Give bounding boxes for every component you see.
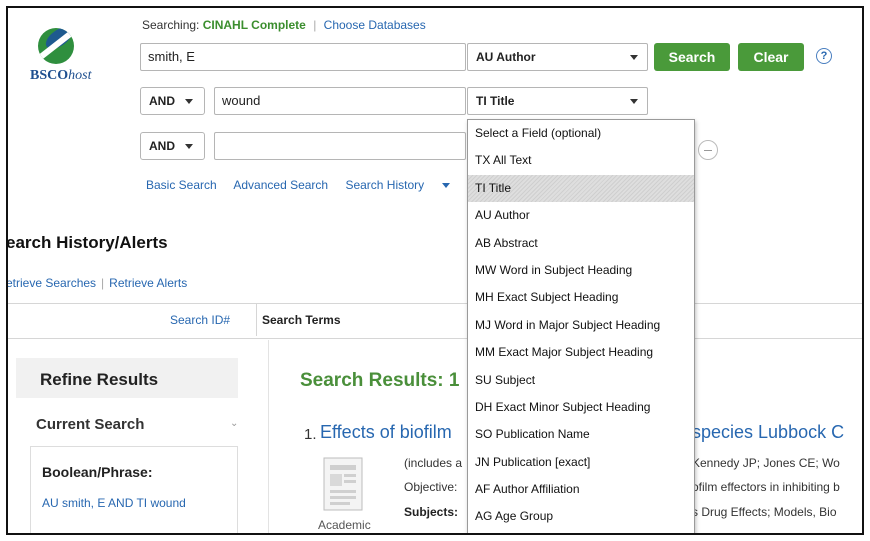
field-option[interactable]: MH Exact Subject Heading — [468, 284, 694, 311]
divider — [8, 303, 862, 304]
result-title-link-continued[interactable]: species Lubbock C — [692, 422, 844, 443]
logo-host: host — [68, 68, 92, 83]
boolean-phrase-label: Boolean/Phrase: — [42, 464, 153, 480]
field-option[interactable]: DH Exact Minor Subject Heading — [468, 394, 694, 421]
divider — [268, 340, 269, 533]
clear-button[interactable]: Clear — [738, 43, 804, 71]
remove-row-icon[interactable] — [698, 140, 718, 160]
search-term-2-value: wound — [222, 93, 261, 108]
logo-brand: BSCO — [30, 68, 69, 83]
field-option[interactable]: Select a Field (optional) — [468, 120, 694, 147]
field-option[interactable]: JN Publication [exact] — [468, 449, 694, 476]
result-meta-3: Subjects: — [404, 505, 458, 519]
field-option[interactable]: MM Exact Major Subject Heading — [468, 339, 694, 366]
basic-search-link[interactable]: Basic Search — [146, 178, 217, 192]
field-option[interactable]: AF Author Affiliation — [468, 476, 694, 503]
field-select-2[interactable]: TI Title — [467, 87, 648, 115]
advanced-search-link[interactable]: Advanced Search — [233, 178, 328, 192]
chevron-down-icon — [185, 144, 193, 149]
boolean-phrase-value[interactable]: AU smith, E AND TI wound — [42, 496, 186, 510]
field-option[interactable]: AB Abstract — [468, 230, 694, 257]
search-history-label: Search History — [345, 178, 425, 192]
operator-2-value: AND — [149, 94, 175, 108]
retrieve-searches-link[interactable]: etrieve Searches — [8, 276, 96, 290]
search-history-link[interactable]: Search History — [345, 178, 464, 192]
result-number: 1. — [304, 426, 317, 443]
ebsco-logo-text[interactable]: BSCOhost — [30, 68, 91, 84]
separator: | — [313, 18, 317, 32]
field-option[interactable]: SO Publication Name — [468, 421, 694, 448]
refine-results-title: Refine Results — [40, 370, 159, 389]
boolean-phrase-box — [30, 446, 238, 533]
search-mode-links: Basic Search Advanced Search Search Hist… — [146, 178, 478, 192]
search-results-title: Search Results: 1 — [300, 370, 460, 391]
chevron-down-icon[interactable]: ⌄ — [230, 418, 238, 429]
operator-select-2[interactable]: AND — [140, 87, 205, 115]
result-meta-1: (includes a — [404, 456, 463, 470]
field-select-2-value: TI Title — [476, 94, 515, 108]
separator: | — [101, 276, 105, 290]
search-term-input-1[interactable]: smith, E — [140, 43, 466, 71]
database-name: CINAHL Complete — [202, 18, 306, 32]
search-id-column-header[interactable]: Search ID# — [170, 313, 230, 327]
searching-line: Searching: CINAHL Complete | Choose Data… — [142, 18, 426, 32]
chevron-down-icon — [630, 99, 638, 104]
academic-journal-icon[interactable] — [320, 456, 366, 514]
document-type-label: Academic — [318, 518, 371, 532]
search-term-1-value: smith, E — [148, 49, 195, 64]
field-dropdown-list[interactable]: Select a Field (optional) TX All Text TI… — [467, 119, 695, 533]
field-option[interactable]: TX All Text — [468, 147, 694, 174]
operator-select-3[interactable]: AND — [140, 132, 205, 160]
divider — [8, 338, 862, 339]
field-option[interactable]: SU Subject — [468, 367, 694, 394]
chevron-down-icon — [630, 55, 638, 60]
field-select-1[interactable]: AU Author — [467, 43, 648, 71]
choose-databases-link[interactable]: Choose Databases — [324, 18, 426, 32]
result-meta-2: Objective: — [404, 480, 458, 494]
result-title-link[interactable]: Effects of biofilm — [320, 422, 452, 443]
help-icon[interactable]: ? — [816, 48, 832, 64]
ebsco-search-page: BSCOhost Searching: CINAHL Complete | Ch… — [6, 6, 864, 535]
field-select-1-value: AU Author — [476, 50, 536, 64]
searching-prefix: Searching: — [142, 18, 200, 32]
result-meta-right-2: ofilm effectors in inhibiting b — [692, 480, 840, 494]
operator-3-value: AND — [149, 139, 175, 153]
result-meta-right-3: s Drug Effects; Models, Bio — [692, 505, 837, 519]
field-option[interactable]: AU Author — [468, 202, 694, 229]
field-option[interactable]: MW Word in Subject Heading — [468, 257, 694, 284]
field-option[interactable]: MJ Word in Major Subject Heading — [468, 312, 694, 339]
search-history-title: earch History/Alerts — [6, 233, 168, 252]
field-option-selected[interactable]: TI Title — [468, 174, 694, 203]
current-search-heading[interactable]: Current Search — [36, 416, 144, 433]
chevron-down-icon — [442, 183, 451, 189]
subjects-label: Subjects: — [404, 505, 459, 519]
search-term-input-3[interactable] — [214, 132, 466, 160]
divider — [256, 304, 257, 336]
history-links: etrieve Searches | Retrieve Alerts — [8, 276, 187, 290]
retrieve-alerts-link[interactable]: Retrieve Alerts — [109, 276, 187, 290]
search-term-input-2[interactable]: wound — [214, 87, 466, 115]
field-option[interactable]: AG Age Group — [468, 503, 694, 530]
ebsco-logo-icon[interactable] — [38, 28, 74, 64]
search-terms-column-header: Search Terms — [262, 313, 341, 327]
search-button[interactable]: Search — [654, 43, 730, 71]
result-meta-right-1: Kennedy JP; Jones CE; Wo — [692, 456, 840, 470]
chevron-down-icon — [185, 99, 193, 104]
